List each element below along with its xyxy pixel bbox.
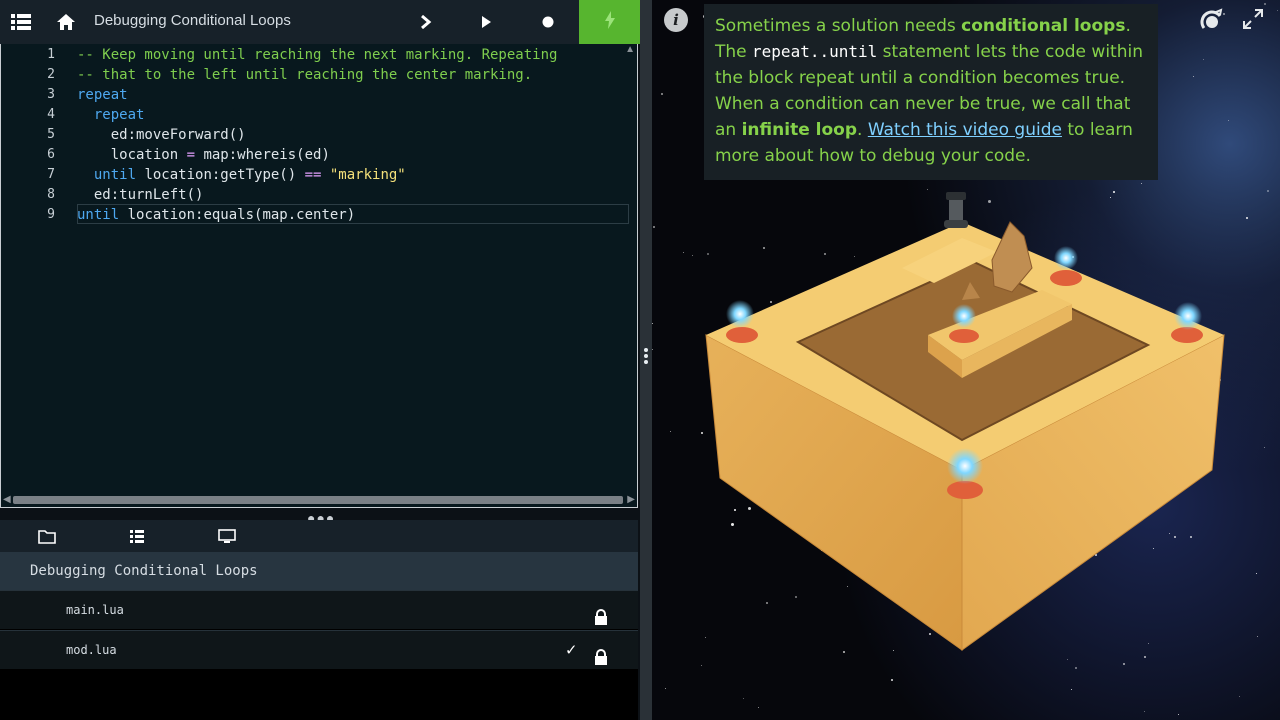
pane-resize-divider[interactable]: [640, 0, 652, 720]
code-token: map:whereis(ed): [195, 147, 330, 163]
check-icon: ✓: [566, 640, 577, 660]
code-token: ed:moveForward(): [77, 127, 246, 143]
line-number: 8: [47, 187, 55, 202]
project-folder[interactable]: Debugging Conditional Loops: [0, 552, 638, 590]
resize-handle-vertical[interactable]: [643, 348, 649, 364]
run-button[interactable]: [579, 0, 640, 44]
file-item-main[interactable]: main.lua: [0, 590, 638, 629]
file-panel: Debugging Conditional Loops main.lua mod…: [0, 520, 638, 720]
instructions-bold: conditional loops: [961, 16, 1126, 36]
home-icon[interactable]: [52, 0, 80, 44]
instructions-panel: Sometimes a solution needs conditional l…: [704, 4, 1158, 180]
code-token: location:equals(map.center): [119, 207, 356, 223]
code-token: location: [77, 147, 187, 163]
code-token: "marking": [321, 167, 406, 183]
menu-icon[interactable]: [6, 0, 36, 44]
lock-icon: [594, 642, 608, 680]
file-name: mod.lua: [66, 643, 117, 657]
robot-ed: [944, 192, 968, 228]
line-number: 5: [47, 127, 55, 142]
info-icon[interactable]: i: [664, 8, 688, 32]
instructions-bold: infinite loop: [741, 120, 857, 140]
code-token: -- that to the left until reaching the c…: [77, 67, 533, 83]
fullscreen-icon[interactable]: [1242, 8, 1264, 35]
run-icon: [604, 10, 616, 34]
line-number: 4: [47, 107, 55, 122]
file-name: main.lua: [66, 603, 124, 617]
code-token: repeat: [77, 107, 145, 123]
code-line[interactable]: -- that to the left until reaching the c…: [77, 65, 532, 85]
marker-right: [1171, 302, 1203, 343]
file-item-mod[interactable]: mod.lua ✓: [0, 630, 638, 669]
instructions-code: repeat..until: [752, 42, 878, 61]
lesson-title: Debugging Conditional Loops: [94, 12, 291, 29]
line-number: 2: [47, 67, 55, 82]
video-guide-link[interactable]: Watch this video guide: [868, 120, 1062, 140]
scroll-right-arrow-icon[interactable]: ▶: [627, 494, 635, 505]
top-toolbar: Debugging Conditional Loops: [0, 0, 640, 44]
game-viewport[interactable]: i Sometimes a solution needs conditional…: [652, 0, 1280, 720]
line-gutter: 1 2 3 4 5 6 7 8 9: [1, 44, 65, 507]
code-token: until: [77, 207, 120, 223]
code-line[interactable]: until location:getType() == "marking": [77, 165, 406, 185]
line-number: 6: [47, 147, 55, 162]
code-token: repeat: [77, 87, 128, 103]
file-panel-tabs: [0, 520, 638, 552]
code-line[interactable]: -- Keep moving until reaching the next m…: [77, 45, 557, 65]
camera-reset-icon[interactable]: [1200, 8, 1224, 37]
instructions-text: Sometimes a solution needs: [715, 16, 962, 36]
code-token: ed:turnLeft(): [77, 187, 204, 203]
code-token: ==: [304, 167, 322, 183]
code-token: until: [77, 167, 137, 183]
line-number: 9: [47, 207, 55, 222]
code-token: =: [186, 147, 196, 163]
play-icon[interactable]: [474, 0, 498, 44]
left-pane: Debugging Conditional Loops 1 2 3 4 5 6 7 8 9 --…: [0, 0, 640, 720]
monitor-icon[interactable]: [214, 520, 240, 552]
line-number: 1: [47, 47, 55, 62]
line-number: 3: [47, 87, 55, 102]
code-editor[interactable]: 1 2 3 4 5 6 7 8 9 -- Keep moving until reaching …: [0, 44, 638, 508]
code-line[interactable]: ed:turnLeft(): [77, 185, 204, 205]
scroll-up-arrow-icon[interactable]: ▲: [625, 44, 635, 55]
folder-icon[interactable]: [34, 520, 60, 552]
code-line[interactable]: repeat: [77, 105, 145, 125]
code-line[interactable]: ed:moveForward(): [77, 125, 246, 145]
stop-icon[interactable]: [536, 0, 560, 44]
code-token: -- Keep moving until reaching the next m…: [77, 47, 558, 63]
list-icon[interactable]: [124, 520, 150, 552]
instructions-text: .: [857, 120, 868, 140]
code-line[interactable]: repeat: [77, 85, 128, 105]
line-number: 7: [47, 167, 55, 182]
code-line[interactable]: until location:equals(map.center): [77, 205, 355, 225]
step-icon[interactable]: [414, 0, 438, 44]
marker-front: [947, 448, 983, 499]
scroll-left-arrow-icon[interactable]: ◀: [3, 494, 11, 505]
code-line[interactable]: location = map:whereis(ed): [77, 145, 330, 165]
code-token: location:getType(): [136, 167, 305, 183]
horizontal-scrollbar[interactable]: [13, 496, 623, 504]
